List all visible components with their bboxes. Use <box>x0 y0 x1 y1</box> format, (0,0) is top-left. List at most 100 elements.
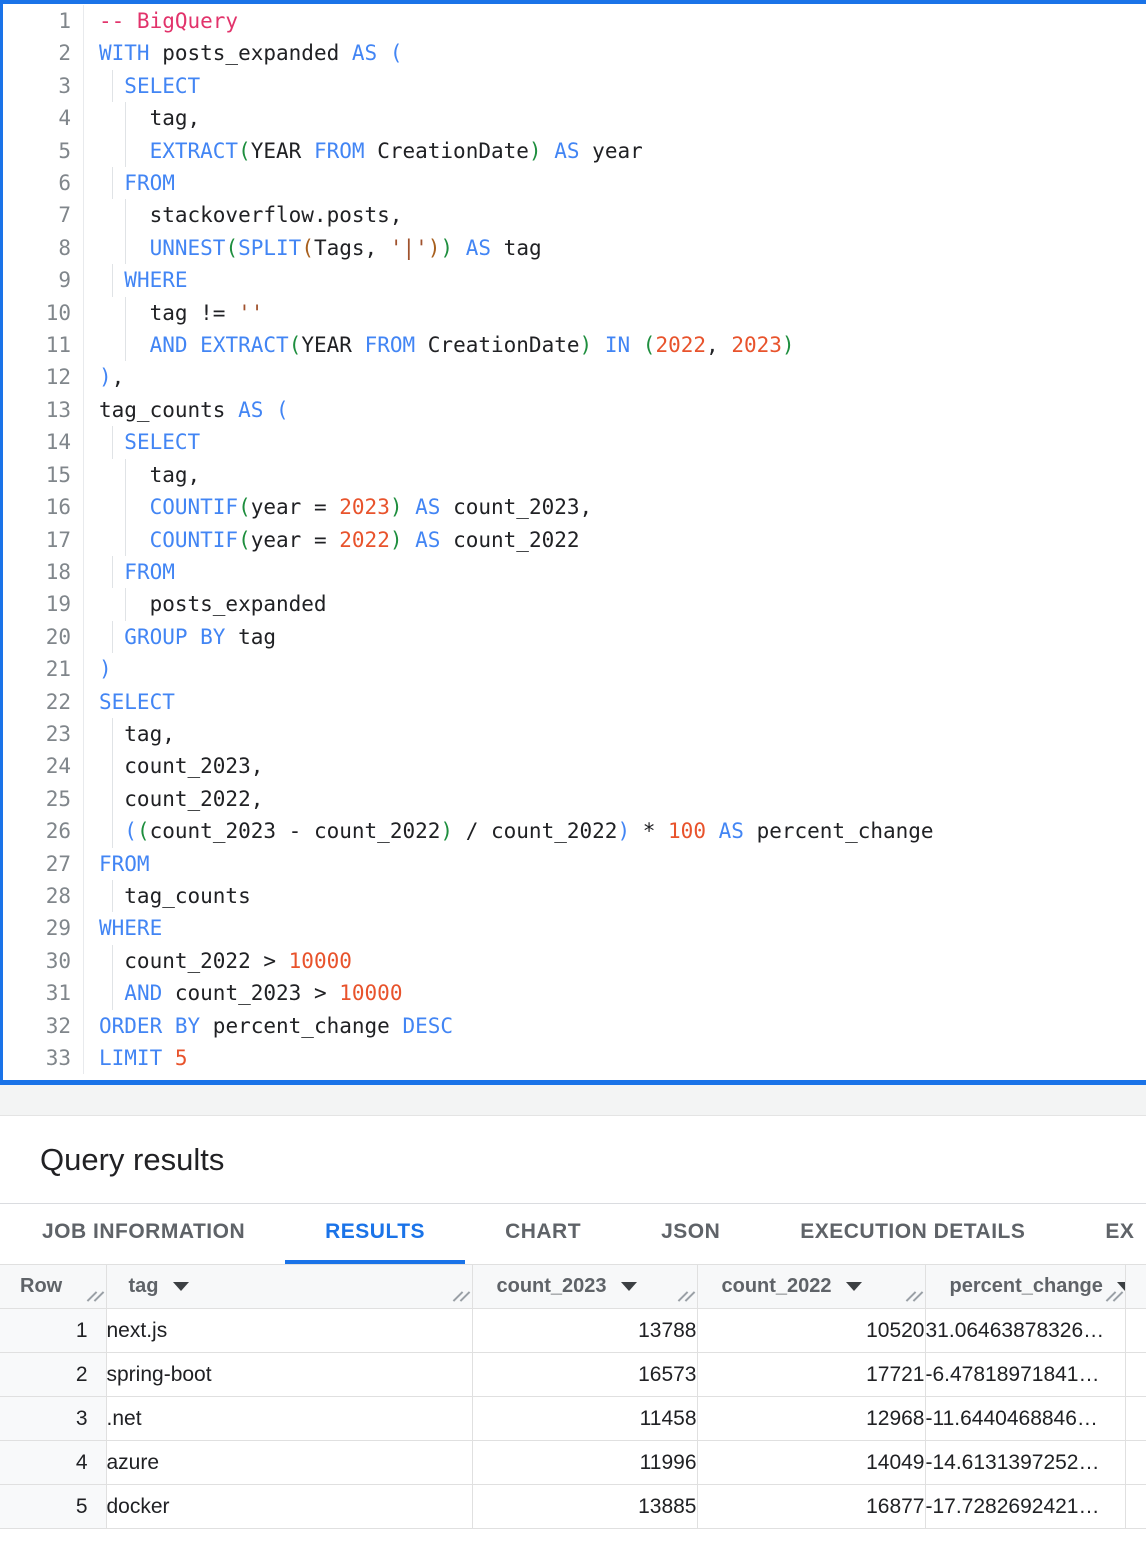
code-line: 2WITH posts_expanded AS ( <box>3 37 1146 69</box>
code-text: ((count_2023 - count_2022) / count_2022)… <box>99 815 1146 847</box>
column-header-count_2023[interactable]: count_2023 <box>472 1265 697 1309</box>
code-text: AND count_2023 > 10000 <box>99 977 1146 1009</box>
table-row: 5docker1388516877-17.7282692421… <box>0 1485 1146 1529</box>
code-token: AS <box>415 528 440 552</box>
code-text: tag, <box>99 102 1146 134</box>
indent-guide <box>112 556 113 588</box>
code-token: stackoverflow.posts, <box>99 203 402 227</box>
indent-guide <box>125 232 126 264</box>
code-token: tag_counts <box>99 398 238 422</box>
code-token: ) <box>782 333 795 357</box>
cell-tag: docker <box>106 1485 472 1529</box>
code-text: -- BigQuery <box>99 5 1146 37</box>
sort-dropdown-icon[interactable] <box>173 1282 189 1291</box>
header-cell-content: percent_change <box>926 1275 1125 1298</box>
code-line: 23 tag, <box>3 718 1146 750</box>
cell-count_2022: 10520 <box>697 1309 925 1353</box>
code-line: 6 FROM <box>3 167 1146 199</box>
code-token: SPLIT <box>238 236 301 260</box>
code-token: ( <box>124 819 137 843</box>
column-header-tag[interactable]: tag <box>106 1265 472 1309</box>
code-token: EXTRACT <box>150 139 239 163</box>
code-token: , <box>706 333 731 357</box>
code-token: IN <box>605 333 630 357</box>
code-line: 30 count_2022 > 10000 <box>3 945 1146 977</box>
sql-editor[interactable]: 1-- BigQuery2WITH posts_expanded AS (3 S… <box>0 0 1146 1085</box>
code-token: YEAR <box>301 333 364 357</box>
cell-percent_change: 31.06463878326… <box>925 1309 1125 1353</box>
column-header-count_2022[interactable]: count_2022 <box>697 1265 925 1309</box>
column-header-label: tag <box>129 1275 159 1298</box>
column-resize-handle[interactable] <box>86 1290 102 1304</box>
code-token: ) <box>428 236 441 260</box>
code-token: tag <box>225 625 276 649</box>
code-text: FROM <box>99 848 1146 880</box>
code-token: * <box>630 819 668 843</box>
table-row: 1next.js137881052031.06463878326… <box>0 1309 1146 1353</box>
code-token: tag != <box>99 301 238 325</box>
indent-guide <box>112 264 113 296</box>
tab-results[interactable]: RESULTS <box>285 1204 465 1264</box>
tab-ex[interactable]: EX <box>1065 1204 1146 1264</box>
code-text: stackoverflow.posts, <box>99 199 1146 231</box>
cell-spacer <box>1125 1353 1146 1397</box>
code-token: count_2023, <box>99 754 263 778</box>
code-token <box>453 236 466 260</box>
code-token: 100 <box>668 819 706 843</box>
tab-job-information[interactable]: JOB INFORMATION <box>2 1204 285 1264</box>
cell-spacer <box>1125 1397 1146 1441</box>
code-token <box>630 333 643 357</box>
code-line: 29WHERE <box>3 912 1146 944</box>
line-number: 1 <box>3 5 84 37</box>
column-header-Row[interactable]: Row <box>0 1265 106 1309</box>
line-number: 12 <box>3 361 84 393</box>
code-token: SELECT <box>124 430 200 454</box>
code-token: ) <box>529 139 542 163</box>
code-line: 19 posts_expanded <box>3 588 1146 620</box>
tab-chart[interactable]: CHART <box>465 1204 621 1264</box>
code-token: ( <box>238 495 251 519</box>
code-text: ) <box>99 653 1146 685</box>
column-resize-handle[interactable] <box>905 1290 921 1304</box>
code-token: '|' <box>390 236 428 260</box>
code-token: percent_change <box>200 1014 402 1038</box>
code-token: ) <box>390 495 403 519</box>
code-token: year = <box>251 528 340 552</box>
cell-spacer <box>1125 1309 1146 1353</box>
line-number: 24 <box>3 750 84 782</box>
code-token <box>377 41 390 65</box>
code-line: 28 tag_counts <box>3 880 1146 912</box>
code-token: / count_2022 <box>453 819 617 843</box>
code-token: count_2022 > <box>99 949 289 973</box>
cell-percent_change: -14.6131397252… <box>925 1441 1125 1485</box>
line-number: 16 <box>3 491 84 523</box>
indent-guide <box>125 297 126 329</box>
column-resize-handle[interactable] <box>1105 1290 1121 1304</box>
code-token: 2023 <box>731 333 782 357</box>
code-text: ), <box>99 361 1146 393</box>
sort-dropdown-icon[interactable] <box>621 1282 637 1291</box>
cell-count_2023: 11458 <box>472 1397 697 1441</box>
cell-Row: 5 <box>0 1485 106 1529</box>
code-token: FROM <box>99 852 150 876</box>
sort-dropdown-icon[interactable] <box>846 1282 862 1291</box>
code-line: 10 tag != '' <box>3 297 1146 329</box>
line-number: 32 <box>3 1010 84 1042</box>
column-resize-handle[interactable] <box>452 1290 468 1304</box>
header-cell-content: count_2022 <box>698 1275 925 1298</box>
code-token: ( <box>289 333 302 357</box>
code-line: 18 FROM <box>3 556 1146 588</box>
code-token: tag, <box>99 463 200 487</box>
column-resize-handle[interactable] <box>677 1290 693 1304</box>
tab-json[interactable]: JSON <box>621 1204 760 1264</box>
tab-execution-details[interactable]: EXECUTION DETAILS <box>760 1204 1065 1264</box>
cell-percent_change: -6.47818971841… <box>925 1353 1125 1397</box>
code-token: posts_expanded <box>150 41 352 65</box>
code-text: WITH posts_expanded AS ( <box>99 37 1146 69</box>
code-token <box>188 333 201 357</box>
indent-guide <box>112 880 113 912</box>
code-token: YEAR <box>251 139 314 163</box>
cell-count_2022: 12968 <box>697 1397 925 1441</box>
code-token: AS <box>415 495 440 519</box>
column-header-percent_change[interactable]: percent_change <box>925 1265 1125 1309</box>
